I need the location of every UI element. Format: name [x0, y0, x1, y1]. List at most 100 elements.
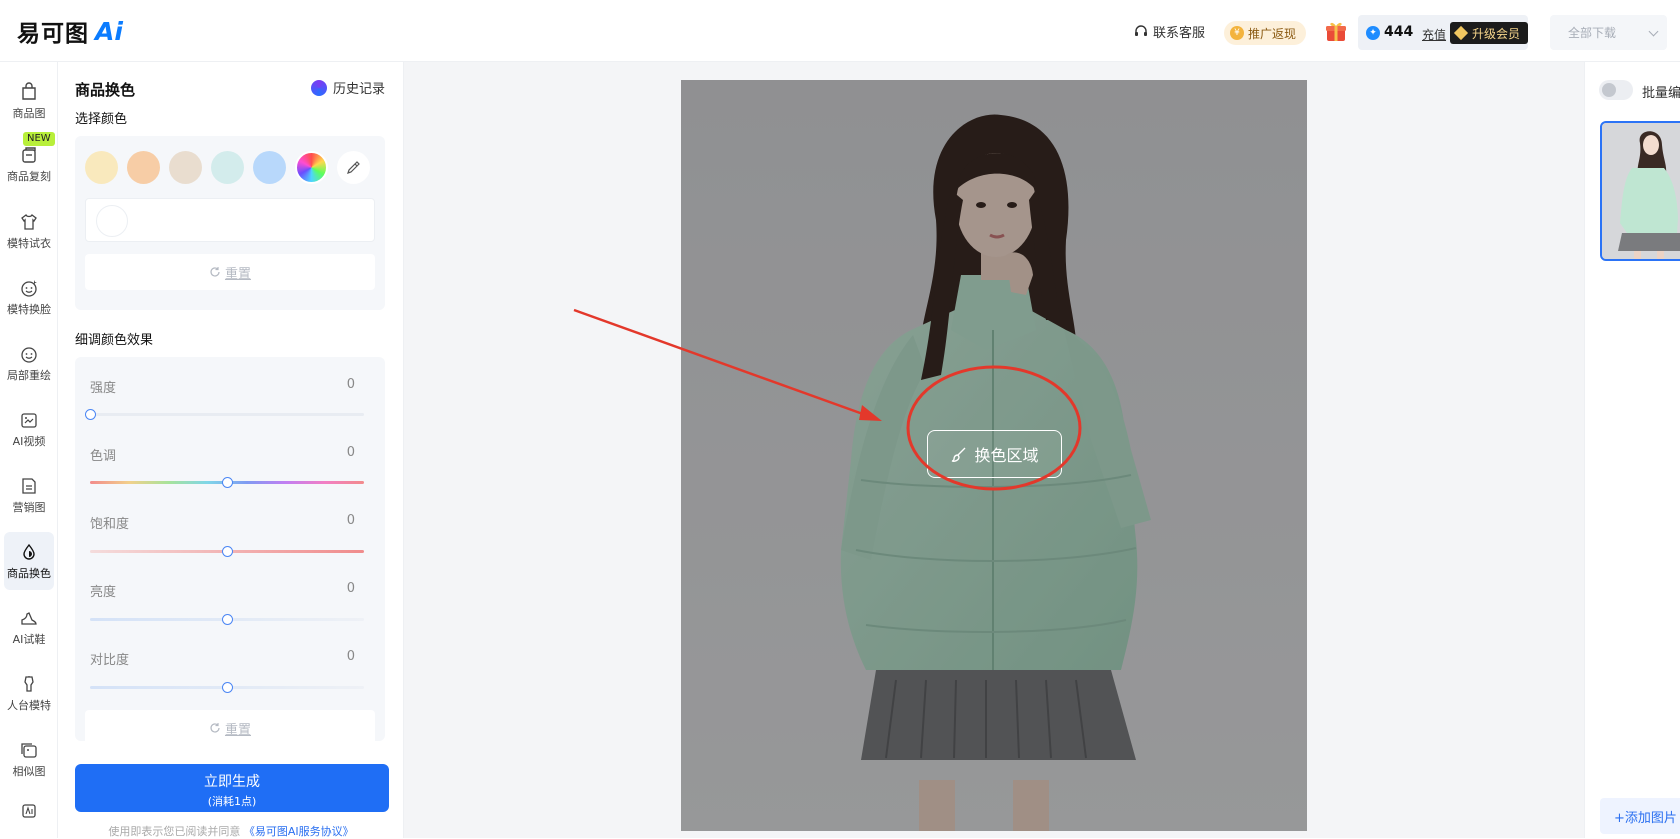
nav-item-local-repaint[interactable]: 局部重绘	[4, 334, 54, 392]
recolor-region-label: 换色区域	[974, 446, 1039, 465]
coin-icon: ¥	[1230, 26, 1244, 40]
color-picker-card: 重置	[75, 136, 385, 310]
settings-panel: 商品换色 历史记录 选择颜色 重置 细调颜色效果 强度 0 色调 0 饱和度 0…	[58, 62, 404, 838]
history-button[interactable]: 历史记录	[311, 78, 385, 97]
strength-slider-track[interactable]	[90, 413, 364, 416]
batch-edit-toggle[interactable]	[1599, 80, 1633, 100]
nav-item-face-swap[interactable]: 模特换脸	[4, 268, 54, 326]
recharge-link[interactable]: 充值	[1422, 26, 1446, 43]
nav-item-marketing-image[interactable]: 营销图	[4, 466, 54, 524]
promo-cashback-button[interactable]: ¥ 推广返现	[1224, 21, 1307, 45]
nav-item-product-recolor[interactable]: 商品换色	[4, 532, 54, 590]
service-agreement-link[interactable]: 《易可图AI服务协议》	[244, 825, 354, 838]
nav-item-ai-video[interactable]: AI视频	[4, 400, 54, 458]
top-header: 易可图 Ai 联系客服 ¥ 推广返现 ✦ 444 充值 升级会员 全部下载	[0, 0, 1680, 62]
new-badge: NEW	[23, 132, 55, 146]
mannequin-icon	[24, 675, 34, 692]
nav-item-ai-shoe[interactable]: AI试鞋	[4, 598, 54, 656]
hue-slider-handle[interactable]	[222, 477, 233, 488]
gift-icon[interactable]	[1324, 19, 1348, 43]
app-logo[interactable]: 易可图 Ai	[17, 16, 123, 48]
color-swatch[interactable]	[211, 151, 244, 184]
generate-label: 立即生成	[204, 774, 260, 790]
history-label: 历史记录	[333, 82, 386, 97]
select-color-heading: 选择颜色	[75, 112, 128, 127]
color-swatch[interactable]	[253, 151, 286, 184]
slider-label-contrast: 对比度	[90, 653, 130, 668]
toggle-knob	[1602, 83, 1616, 97]
nav-label: 商品换色	[7, 566, 51, 580]
image-thumbnail[interactable]	[1600, 121, 1680, 261]
headset-icon	[1135, 24, 1147, 36]
nav-label: 模特试衣	[7, 236, 51, 250]
brush-icon	[952, 447, 966, 462]
saturation-slider-handle[interactable]	[222, 546, 233, 557]
custom-color-preview	[96, 205, 128, 237]
product-photo[interactable]: 换色区域	[681, 80, 1307, 831]
shoe-icon	[21, 611, 37, 625]
reset-label: 重置	[224, 722, 251, 738]
agreement-text: 使用即表示您已阅读并同意 《易可图AI服务协议》	[58, 823, 404, 839]
slider-label-brightness: 亮度	[90, 585, 117, 600]
chevron-down-icon	[1648, 26, 1659, 37]
slider-value-hue: 0	[346, 445, 355, 460]
color-swatch[interactable]	[85, 151, 118, 184]
promo-label: 推广返现	[1248, 26, 1297, 41]
agreement-prefix: 使用即表示您已阅读并同意	[108, 825, 241, 838]
download-all-label: 全部下载	[1568, 26, 1617, 40]
contrast-slider-handle[interactable]	[222, 682, 233, 693]
images-icon	[21, 742, 37, 758]
slider-value-saturation: 0	[346, 513, 355, 528]
slider-label-saturation: 饱和度	[90, 517, 130, 532]
custom-color-input[interactable]	[85, 198, 375, 242]
nav-label: 商品复刻	[7, 169, 51, 183]
points-icon: ✦	[1366, 26, 1380, 40]
editor-canvas: 换色区域	[404, 62, 1584, 838]
slider-value-brightness: 0	[346, 581, 355, 596]
clock-icon	[311, 79, 327, 96]
ai-box-icon	[22, 803, 36, 818]
nav-item-similar-image[interactable]: 相似图	[4, 730, 54, 788]
copy-box-icon	[22, 146, 36, 163]
add-image-button[interactable]: +添加图片	[1600, 798, 1680, 834]
nav-item-mannequin[interactable]: 人台模特	[4, 664, 54, 722]
recolor-region-button[interactable]: 换色区域	[927, 430, 1062, 478]
nav-label: 营销图	[12, 500, 46, 514]
customer-service-link[interactable]: 联系客服	[1134, 22, 1205, 41]
eyedropper-button[interactable]	[337, 151, 370, 184]
color-swatch[interactable]	[127, 151, 160, 184]
eyedropper-icon	[347, 161, 360, 174]
nav-label: 局部重绘	[7, 368, 51, 382]
generate-cost: (消耗1点)	[207, 795, 257, 808]
nav-item-model-tryon[interactable]: 模特试衣	[4, 202, 54, 260]
nav-label: 模特换脸	[7, 302, 51, 316]
reset-color-button[interactable]: 重置	[85, 254, 375, 290]
slider-label-strength: 强度	[90, 381, 117, 396]
bag-icon	[22, 81, 36, 100]
points-panel: ✦ 444 充值 升级会员	[1358, 15, 1528, 50]
nav-label: AI试鞋	[12, 632, 46, 646]
upgrade-vip-button[interactable]: 升级会员	[1450, 22, 1528, 44]
nav-item-product-image[interactable]: 商品图	[4, 72, 54, 130]
download-all-dropdown[interactable]: 全部下载	[1550, 15, 1667, 50]
tshirt-icon	[21, 213, 37, 230]
slider-value-strength: 0	[346, 377, 355, 392]
slider-value-contrast: 0	[346, 649, 355, 664]
video-icon	[21, 412, 37, 428]
batch-edit-label: 批量编	[1642, 86, 1680, 101]
color-swatch[interactable]	[169, 151, 202, 184]
brightness-slider-handle[interactable]	[222, 614, 233, 625]
nav-item-more[interactable]	[4, 792, 54, 832]
reset-adjust-button[interactable]: 重置	[85, 710, 375, 741]
left-nav: 商品图 商品复刻 NEW 模特试衣 模特换脸 局部重绘 AI视频 营销图 商品换…	[0, 62, 58, 838]
customer-service-label: 联系客服	[1153, 26, 1206, 41]
strength-slider-handle[interactable]	[85, 409, 96, 420]
logo-text: 易可图	[17, 21, 89, 47]
nav-label: 人台模特	[7, 698, 51, 712]
nav-label: 商品图	[12, 106, 46, 120]
reset-label: 重置	[224, 266, 251, 282]
rainbow-color-swatch[interactable]	[295, 151, 328, 184]
generate-button[interactable]: 立即生成 (消耗1点)	[75, 764, 389, 812]
fine-tune-heading: 细调颜色效果	[75, 333, 154, 348]
diamond-icon	[1453, 25, 1469, 41]
